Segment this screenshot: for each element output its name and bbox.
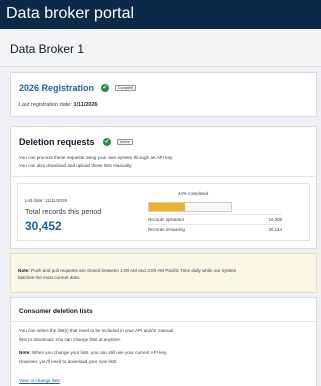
registration-card: 2026 Registration ✓ Complete Last regist… xyxy=(10,72,317,117)
consumer-deletion-lists-card: Consumer deletion lists You can select t… xyxy=(10,297,317,386)
last-registration-date: Last registration date: 1/11/2026 xyxy=(19,102,98,109)
registration-title[interactable]: 2026 Registration xyxy=(19,83,94,94)
app-title: Data broker portal xyxy=(6,5,135,22)
records-remaining-value: 20,144 xyxy=(268,227,282,232)
check-circle-icon: ✓ xyxy=(103,138,111,146)
lists-title: Consumer deletion lists xyxy=(19,308,93,315)
broker-header: Data Broker 1 xyxy=(0,29,321,67)
last-registration-value: 1/11/2026 xyxy=(73,102,98,108)
divider xyxy=(11,321,316,322)
note-label: Note: xyxy=(18,268,30,273)
check-circle-icon: ✓ xyxy=(101,84,109,92)
note-text: Note: Push and pull requests are closed … xyxy=(18,267,310,281)
lists-p2-text: When you change your lists, you can stil… xyxy=(32,350,168,355)
status-badge: Complete xyxy=(115,85,137,91)
divider xyxy=(148,224,282,225)
broker-name: Data Broker 1 xyxy=(10,42,85,56)
total-records-value: 30,452 xyxy=(25,219,62,233)
lists-p1-line1: You can select the list(s) that need to … xyxy=(19,328,174,333)
note-line2: batches the most current data. xyxy=(18,275,81,280)
records-uploaded-value: 10,308 xyxy=(268,217,282,222)
list-date: List date: 11/11/2026 xyxy=(25,198,68,203)
deletion-desc-line2: You can also download and upload these l… xyxy=(19,163,133,168)
note-line1: Push and pull requests are closed betwee… xyxy=(31,268,237,273)
records-remaining-label: Records remaining xyxy=(148,227,185,232)
app-header: Data broker portal xyxy=(0,0,321,29)
divider xyxy=(148,214,282,215)
maintenance-note: Note: Push and pull requests are closed … xyxy=(10,253,317,293)
records-stats-panel: List date: 11/11/2026 Total records this… xyxy=(17,183,310,241)
lists-p2-line1: Note: When you change your lists, you ca… xyxy=(19,349,167,356)
last-registration-label: Last registration date: xyxy=(19,102,72,108)
lists-p2-line2: However, you'll need to download your ne… xyxy=(19,359,118,364)
status-badge: Active xyxy=(117,139,133,145)
percent-completed-label: 44% completed xyxy=(178,191,209,196)
records-uploaded-label: Records uploaded xyxy=(148,217,184,222)
deletion-desc-line1: You can process these requests using you… xyxy=(19,155,174,160)
progress-bar-fill xyxy=(149,203,186,211)
divider xyxy=(11,176,316,177)
total-records-label: Total records this period xyxy=(25,207,102,216)
progress-bar xyxy=(148,202,232,212)
lists-p1-line2: lists to download. You can change lists … xyxy=(19,337,122,342)
deletion-requests-card: Deletion requests ✓ Active You can proce… xyxy=(10,126,317,249)
deletion-title: Deletion requests xyxy=(19,137,95,147)
lists-note-label: Note: xyxy=(19,350,31,355)
view-change-lists-link[interactable]: View or change lists xyxy=(19,378,60,384)
